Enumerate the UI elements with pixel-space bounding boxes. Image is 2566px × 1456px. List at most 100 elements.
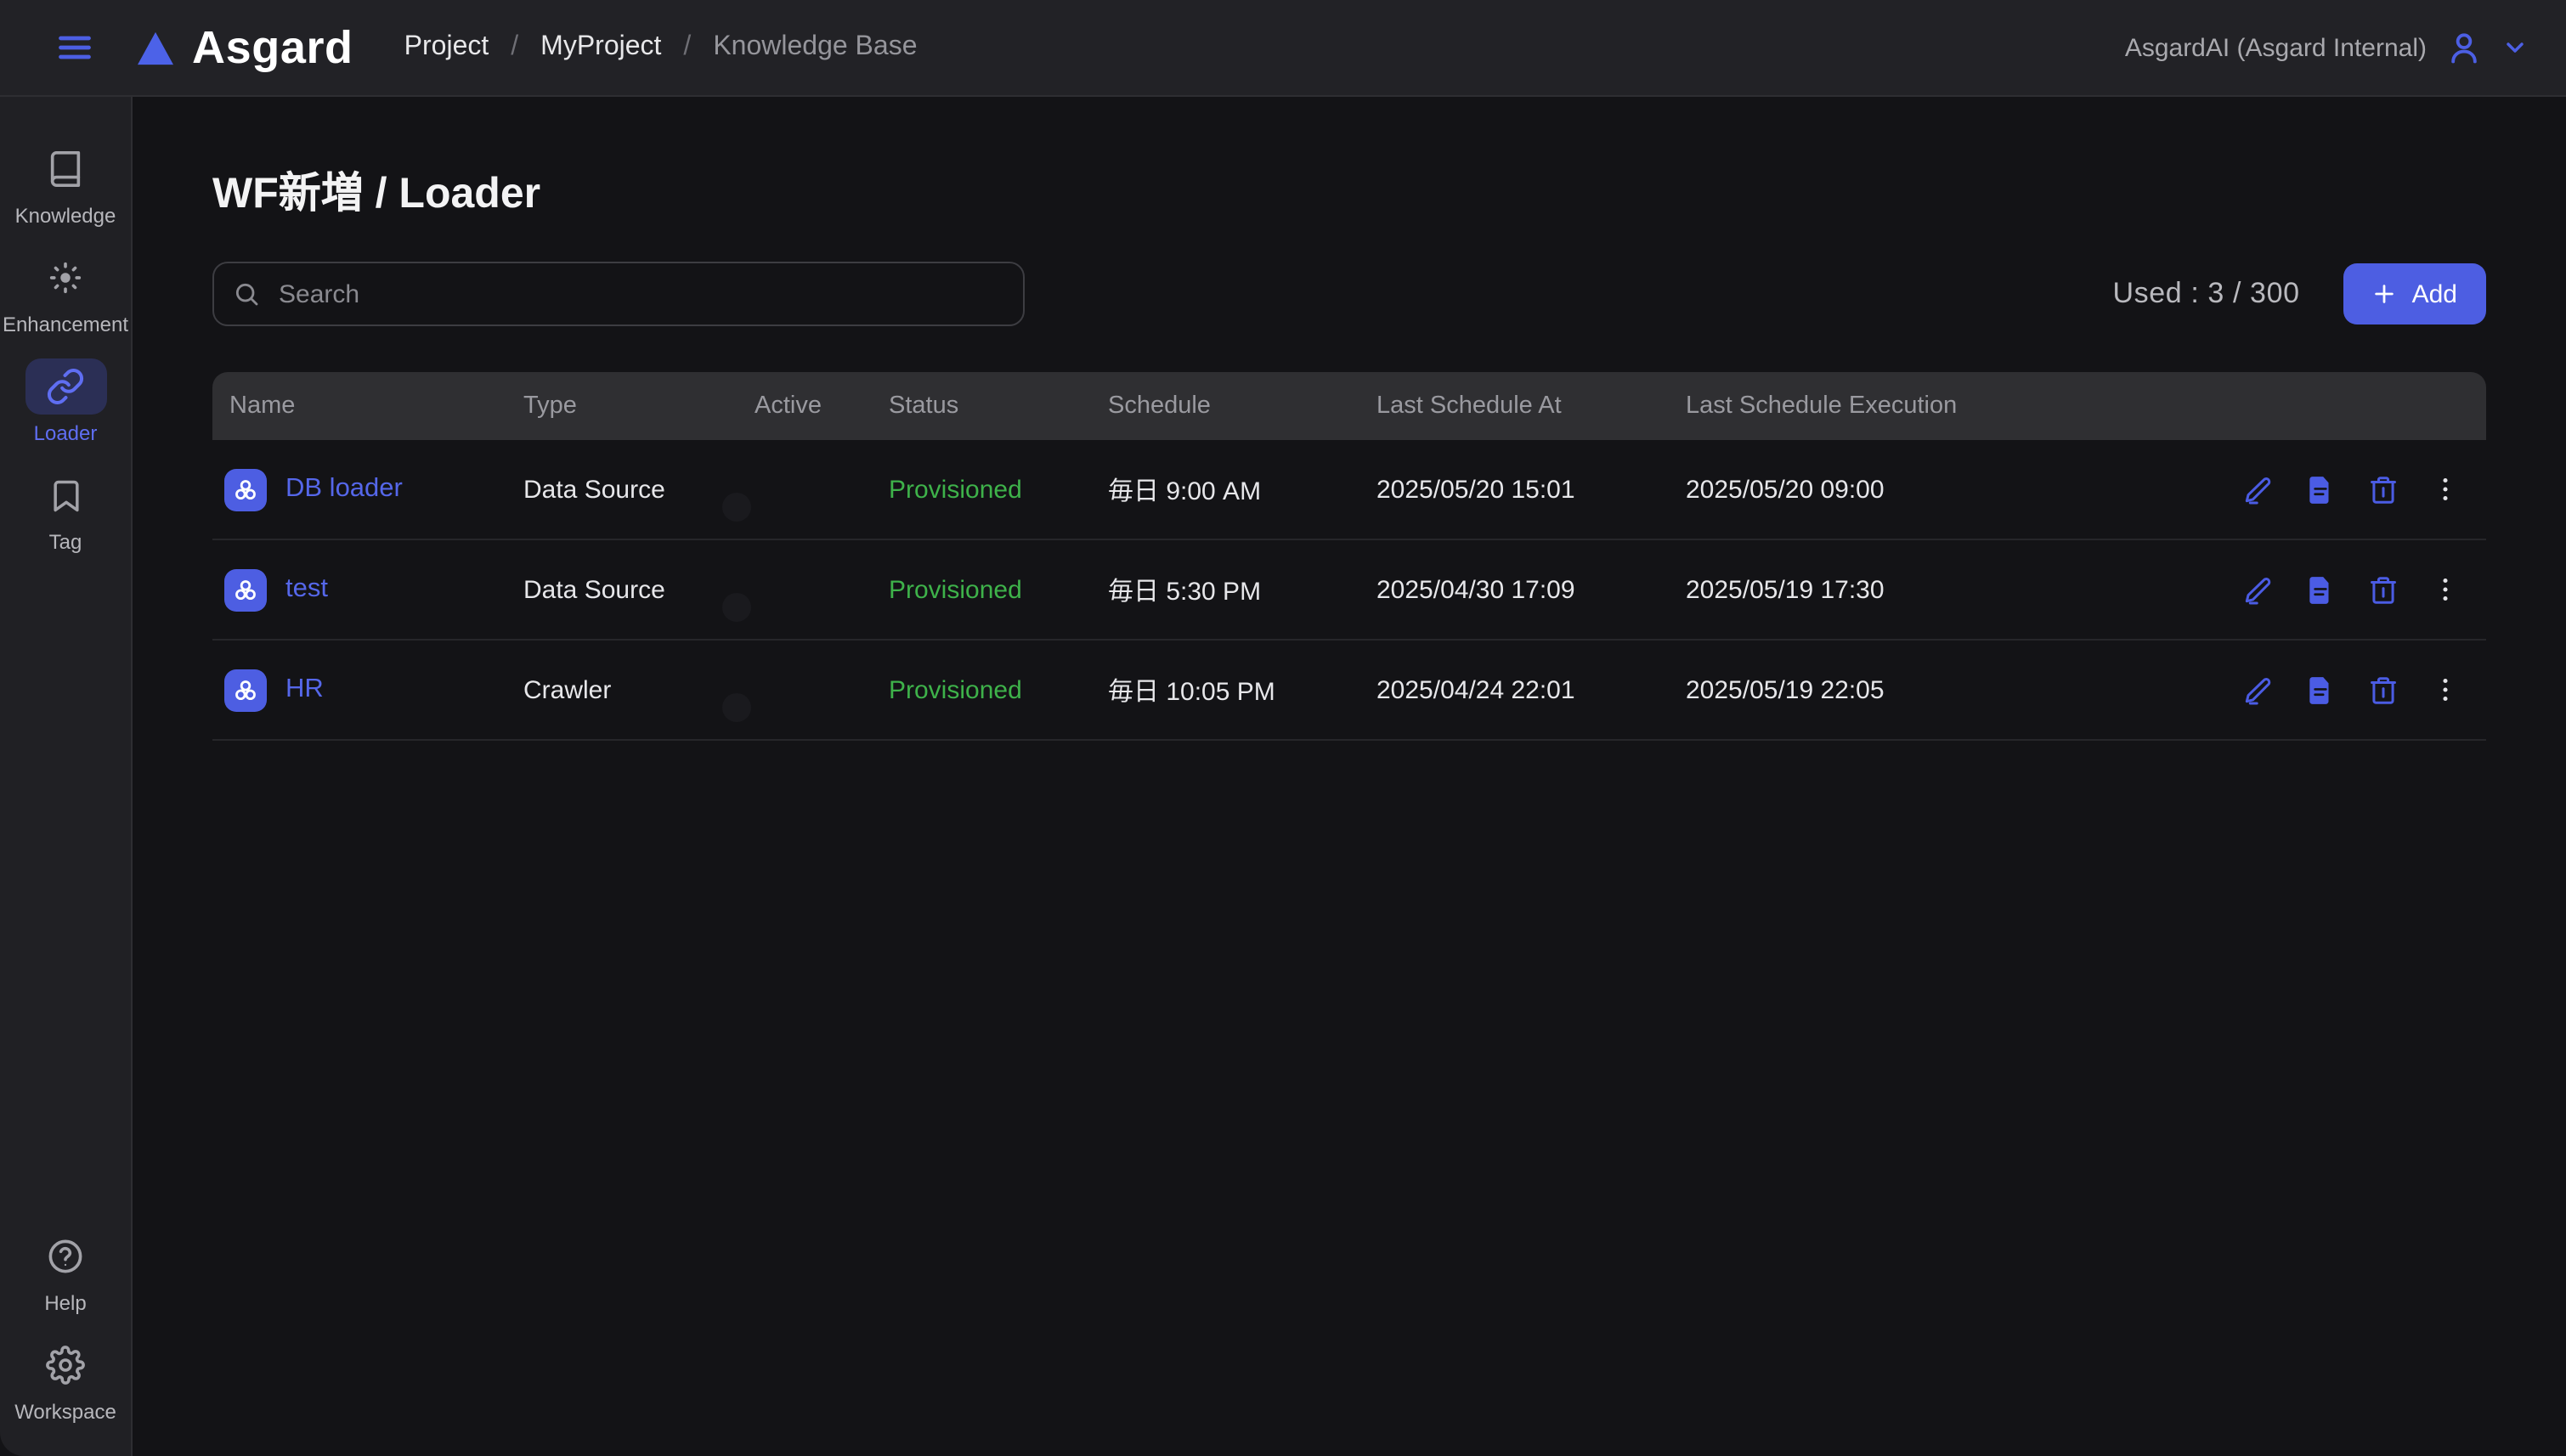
loader-name-link[interactable]: DB loader <box>285 474 403 505</box>
breadcrumb-separator: / <box>683 32 691 63</box>
main-content: WF新増 / Loader Used : 3 / 300 Add <box>133 97 2566 1456</box>
sidebar-item-label: Loader <box>34 421 98 445</box>
schedule-cell: 毎日 10:05 PM <box>1108 672 1376 708</box>
loader-name-link[interactable]: HR <box>285 674 324 705</box>
row-actions <box>2026 573 2486 607</box>
last-schedule-at-cell: 2025/04/24 22:01 <box>1376 675 1686 704</box>
toolbar-right: Used : 3 / 300 Add <box>2113 263 2487 324</box>
document-icon[interactable] <box>2303 573 2337 607</box>
sparkle-icon <box>25 250 106 306</box>
link-icon <box>25 358 106 415</box>
kebab-menu-icon[interactable] <box>2428 673 2462 707</box>
sidebar-item-enhancement[interactable]: Enhancement <box>3 250 128 336</box>
account-label: AsgardAI (Asgard Internal) <box>2125 33 2427 62</box>
sidebar-footer: Help Workspace <box>14 1228 116 1456</box>
loader-name-link[interactable]: test <box>285 574 328 605</box>
plus-icon <box>2373 282 2397 306</box>
search-input[interactable] <box>212 262 1025 326</box>
sidebar-item-tag[interactable]: Tag <box>25 467 106 554</box>
loader-type-icon <box>224 568 267 611</box>
sidebar-item-label: Workspace <box>14 1400 116 1424</box>
column-header-last-schedule-execution: Last Schedule Execution <box>1686 392 2026 420</box>
app-window: Asgard Project / MyProject / Knowledge B… <box>0 0 2566 1456</box>
edit-icon[interactable] <box>2240 472 2274 506</box>
edit-icon[interactable] <box>2240 573 2274 607</box>
kebab-menu-icon[interactable] <box>2428 472 2462 506</box>
column-header-type: Type <box>523 392 755 420</box>
toggle-knob <box>722 693 751 722</box>
brand-logo[interactable]: Asgard <box>136 21 353 74</box>
toggle-knob <box>722 493 751 522</box>
sidebar-item-help[interactable]: Help <box>25 1228 106 1315</box>
sidebar-item-knowledge[interactable]: Knowledge <box>15 141 116 228</box>
breadcrumb-knowledge-base: Knowledge Base <box>713 32 917 63</box>
name-cell: DB loader <box>212 468 523 511</box>
loader-type-icon <box>224 669 267 711</box>
loader-table: Name Type Active Status Schedule Last Sc… <box>212 372 2486 741</box>
last-schedule-execution-cell: 2025/05/20 09:00 <box>1686 475 2026 504</box>
sidebar-item-label: Help <box>44 1291 86 1315</box>
chevron-down-icon <box>2501 34 2529 61</box>
type-cell: Crawler <box>523 675 755 704</box>
help-circle-icon <box>25 1228 106 1284</box>
status-cell: Provisioned <box>889 475 1108 504</box>
type-cell: Data Source <box>523 575 755 604</box>
kebab-menu-icon[interactable] <box>2428 573 2462 607</box>
account-menu[interactable]: AsgardAI (Asgard Internal) <box>2125 29 2529 66</box>
name-cell: test <box>212 568 523 611</box>
type-cell: Data Source <box>523 475 755 504</box>
last-schedule-at-cell: 2025/05/20 15:01 <box>1376 475 1686 504</box>
toolbar: Used : 3 / 300 Add <box>212 262 2486 326</box>
user-icon <box>2445 29 2483 66</box>
edit-icon[interactable] <box>2240 673 2274 707</box>
schedule-cell: 毎日 9:00 AM <box>1108 471 1376 507</box>
column-header-name: Name <box>212 392 523 420</box>
sidebar-item-label: Tag <box>49 530 82 554</box>
usage-counter: Used : 3 / 300 <box>2113 277 2300 311</box>
table-row: DB loader Data Source Provisioned 毎日 9:0… <box>212 440 2486 540</box>
table-header: Name Type Active Status Schedule Last Sc… <box>212 372 2486 440</box>
document-icon[interactable] <box>2303 472 2337 506</box>
sidebar-item-workspace[interactable]: Workspace <box>14 1337 116 1424</box>
search-box <box>212 262 1025 326</box>
sidebar-item-loader[interactable]: Loader <box>25 358 106 445</box>
gear-icon <box>25 1337 106 1393</box>
trash-icon[interactable] <box>2365 573 2399 607</box>
status-cell: Provisioned <box>889 675 1108 704</box>
topbar: Asgard Project / MyProject / Knowledge B… <box>0 0 2566 97</box>
bookmark-icon <box>25 467 106 523</box>
brand-triangle-icon <box>136 30 175 65</box>
page-title: WF新増 / Loader <box>212 160 2486 221</box>
trash-icon[interactable] <box>2365 673 2399 707</box>
breadcrumb-myproject[interactable]: MyProject <box>540 32 661 63</box>
row-actions <box>2026 673 2486 707</box>
add-button[interactable]: Add <box>2344 263 2486 324</box>
breadcrumb: Project / MyProject / Knowledge Base <box>404 32 918 63</box>
trash-icon[interactable] <box>2365 472 2399 506</box>
table-row: test Data Source Provisioned 毎日 5:30 PM … <box>212 540 2486 641</box>
column-header-active: Active <box>755 392 889 420</box>
add-button-label: Add <box>2412 279 2457 308</box>
toggle-knob <box>722 593 751 622</box>
table-row: HR Crawler Provisioned 毎日 10:05 PM 2025/… <box>212 641 2486 741</box>
schedule-cell: 毎日 5:30 PM <box>1108 572 1376 607</box>
status-cell: Provisioned <box>889 575 1108 604</box>
column-header-last-schedule-at: Last Schedule At <box>1376 392 1686 420</box>
loader-type-icon <box>224 468 267 511</box>
book-icon <box>25 141 106 197</box>
sidebar-item-label: Enhancement <box>3 313 128 336</box>
document-icon[interactable] <box>2303 673 2337 707</box>
column-header-schedule: Schedule <box>1108 392 1376 420</box>
breadcrumb-project[interactable]: Project <box>404 32 489 63</box>
hamburger-icon <box>56 29 93 66</box>
brand-name: Asgard <box>192 21 353 74</box>
hamburger-menu-button[interactable] <box>54 27 95 68</box>
sidebar: Knowledge Enhancement Loader Tag <box>0 97 133 1456</box>
last-schedule-execution-cell: 2025/05/19 17:30 <box>1686 575 2026 604</box>
row-actions <box>2026 472 2486 506</box>
breadcrumb-separator: / <box>511 32 518 63</box>
sidebar-item-label: Knowledge <box>15 204 116 228</box>
name-cell: HR <box>212 669 523 711</box>
search-icon <box>233 280 260 308</box>
last-schedule-at-cell: 2025/04/30 17:09 <box>1376 575 1686 604</box>
